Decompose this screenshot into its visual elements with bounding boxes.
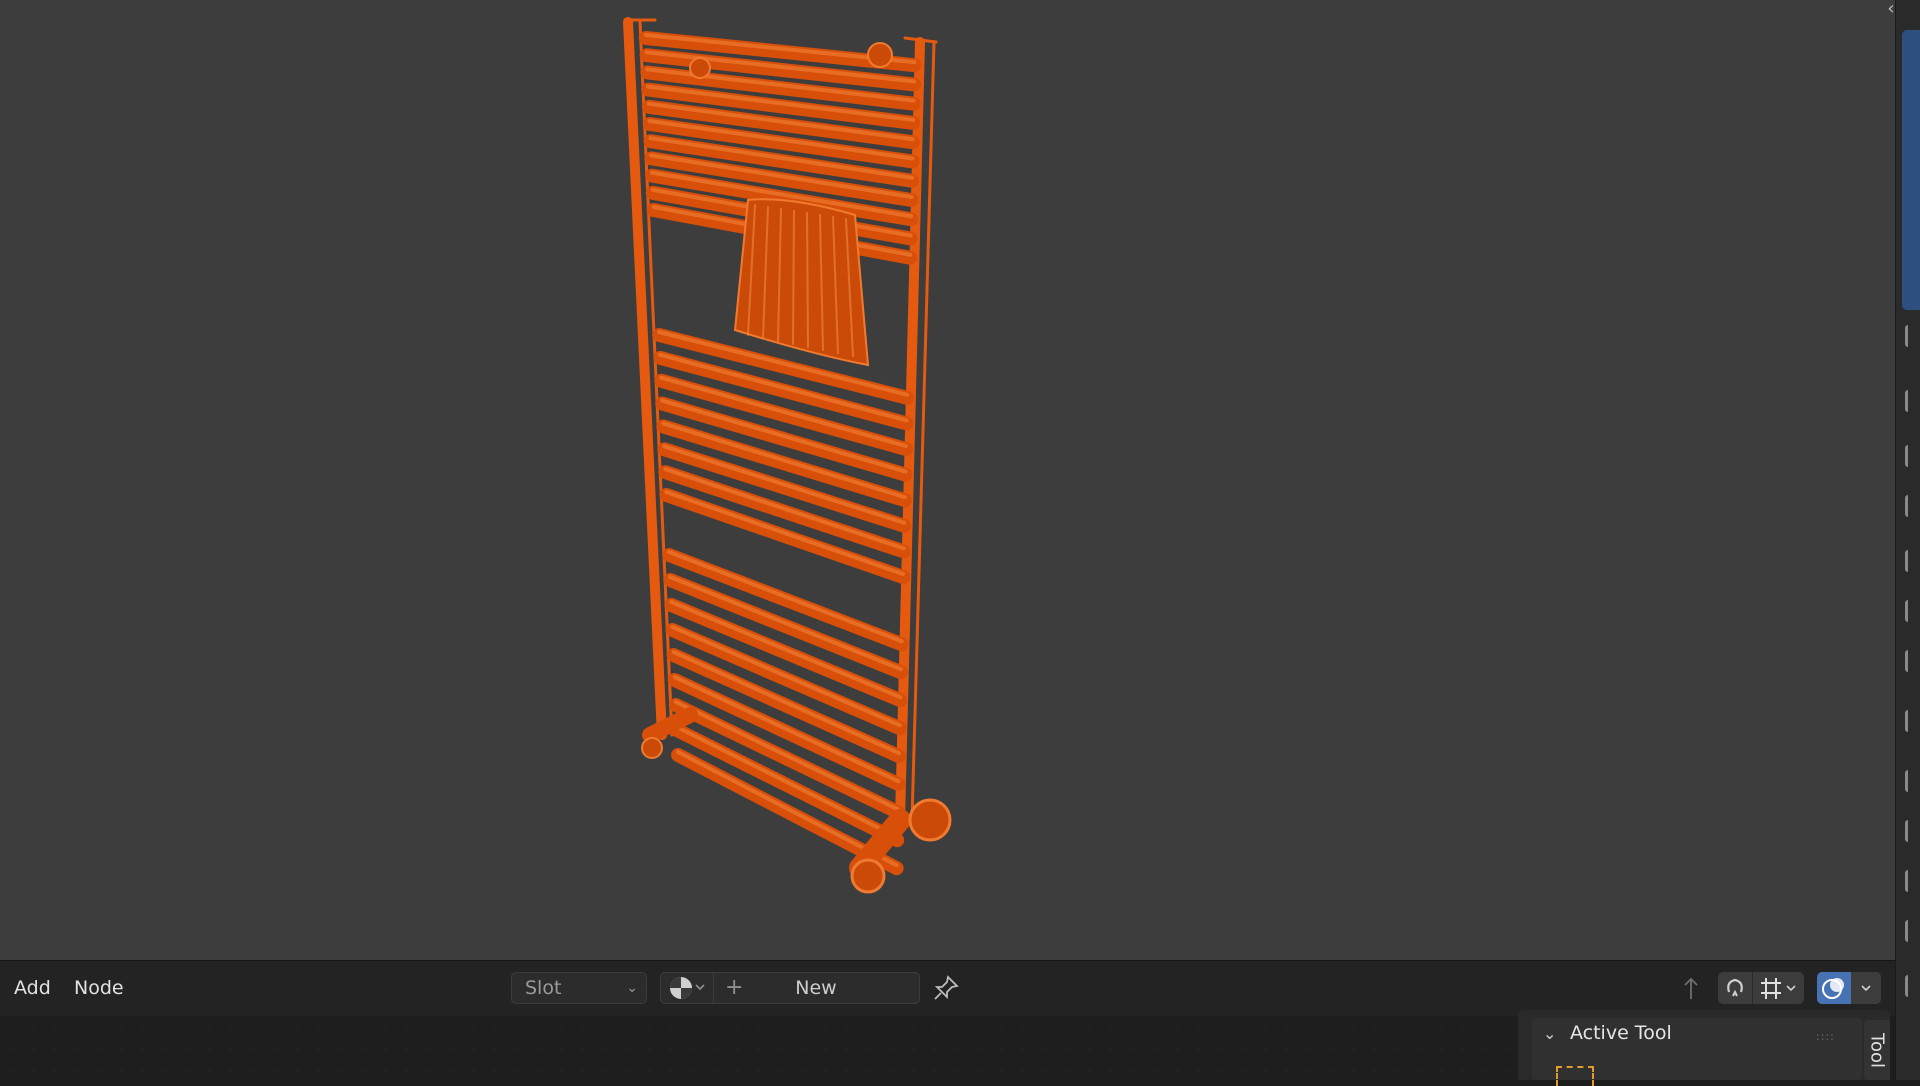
node-menu[interactable]: Node bbox=[70, 972, 128, 1004]
active-tool-title[interactable]: Active Tool bbox=[1570, 1022, 1672, 1044]
overlay-toggle-button[interactable] bbox=[1817, 972, 1851, 1004]
snap-toggle-button[interactable] bbox=[1718, 972, 1752, 1004]
pin-icon bbox=[934, 975, 959, 1000]
chevron-down-icon bbox=[695, 984, 705, 991]
new-material-button[interactable]: + New bbox=[713, 973, 919, 1003]
chevron-down-icon[interactable]: ⌄ bbox=[1543, 1024, 1556, 1043]
chevron-down-icon bbox=[1786, 985, 1796, 992]
radiator-bars bbox=[638, 31, 922, 876]
slot-dropdown[interactable]: Slot ⌄ bbox=[511, 972, 647, 1004]
physics-properties-icon[interactable] bbox=[1905, 870, 1920, 892]
tab-tool-label: Tool bbox=[1866, 1033, 1888, 1068]
magnet-icon bbox=[1727, 978, 1743, 997]
material-properties-icon[interactable] bbox=[1905, 975, 1920, 997]
tab-tool[interactable]: Tool bbox=[1864, 1020, 1890, 1080]
material-selector[interactable]: + New bbox=[660, 972, 920, 1004]
object-properties-icon[interactable] bbox=[1905, 710, 1920, 732]
add-menu[interactable]: Add bbox=[10, 972, 55, 1004]
snap-target-dropdown[interactable] bbox=[1752, 972, 1804, 1004]
view-layer-properties-icon[interactable] bbox=[1905, 495, 1920, 517]
select-box-tool-icon[interactable] bbox=[1556, 1066, 1594, 1086]
modifier-properties-icon[interactable] bbox=[1905, 770, 1920, 792]
render-properties-icon[interactable] bbox=[1905, 390, 1920, 412]
scene-properties-icon[interactable] bbox=[1905, 550, 1920, 572]
3d-viewport[interactable] bbox=[0, 0, 1895, 960]
pin-button[interactable] bbox=[930, 972, 962, 1004]
chevron-down-icon: ⌄ bbox=[626, 980, 638, 996]
panel-drag-handle-icon[interactable]: :::: bbox=[1816, 1030, 1835, 1043]
output-properties-icon[interactable] bbox=[1905, 445, 1920, 467]
world-properties-icon[interactable] bbox=[1905, 600, 1920, 622]
overlay-dropdown[interactable] bbox=[1851, 972, 1881, 1004]
collection-properties-icon[interactable] bbox=[1905, 650, 1920, 672]
arrow-up-icon bbox=[1684, 977, 1698, 999]
particle-properties-icon[interactable] bbox=[1905, 820, 1920, 842]
towel-radiator-model[interactable] bbox=[0, 0, 1895, 960]
overlay-icon bbox=[1822, 978, 1844, 999]
parent-node-tree-button[interactable] bbox=[1675, 972, 1707, 1004]
tool-properties-icon[interactable] bbox=[1905, 325, 1920, 347]
new-material-label: New bbox=[795, 977, 837, 999]
chevron-down-icon bbox=[1861, 985, 1871, 992]
browse-material-button[interactable] bbox=[661, 973, 714, 1003]
grid-snap-icon bbox=[1761, 978, 1796, 999]
active-properties-tab[interactable] bbox=[1902, 30, 1920, 310]
slot-label: Slot bbox=[525, 977, 562, 999]
material-sphere-icon bbox=[670, 977, 692, 999]
constraint-properties-icon[interactable] bbox=[1905, 920, 1920, 942]
